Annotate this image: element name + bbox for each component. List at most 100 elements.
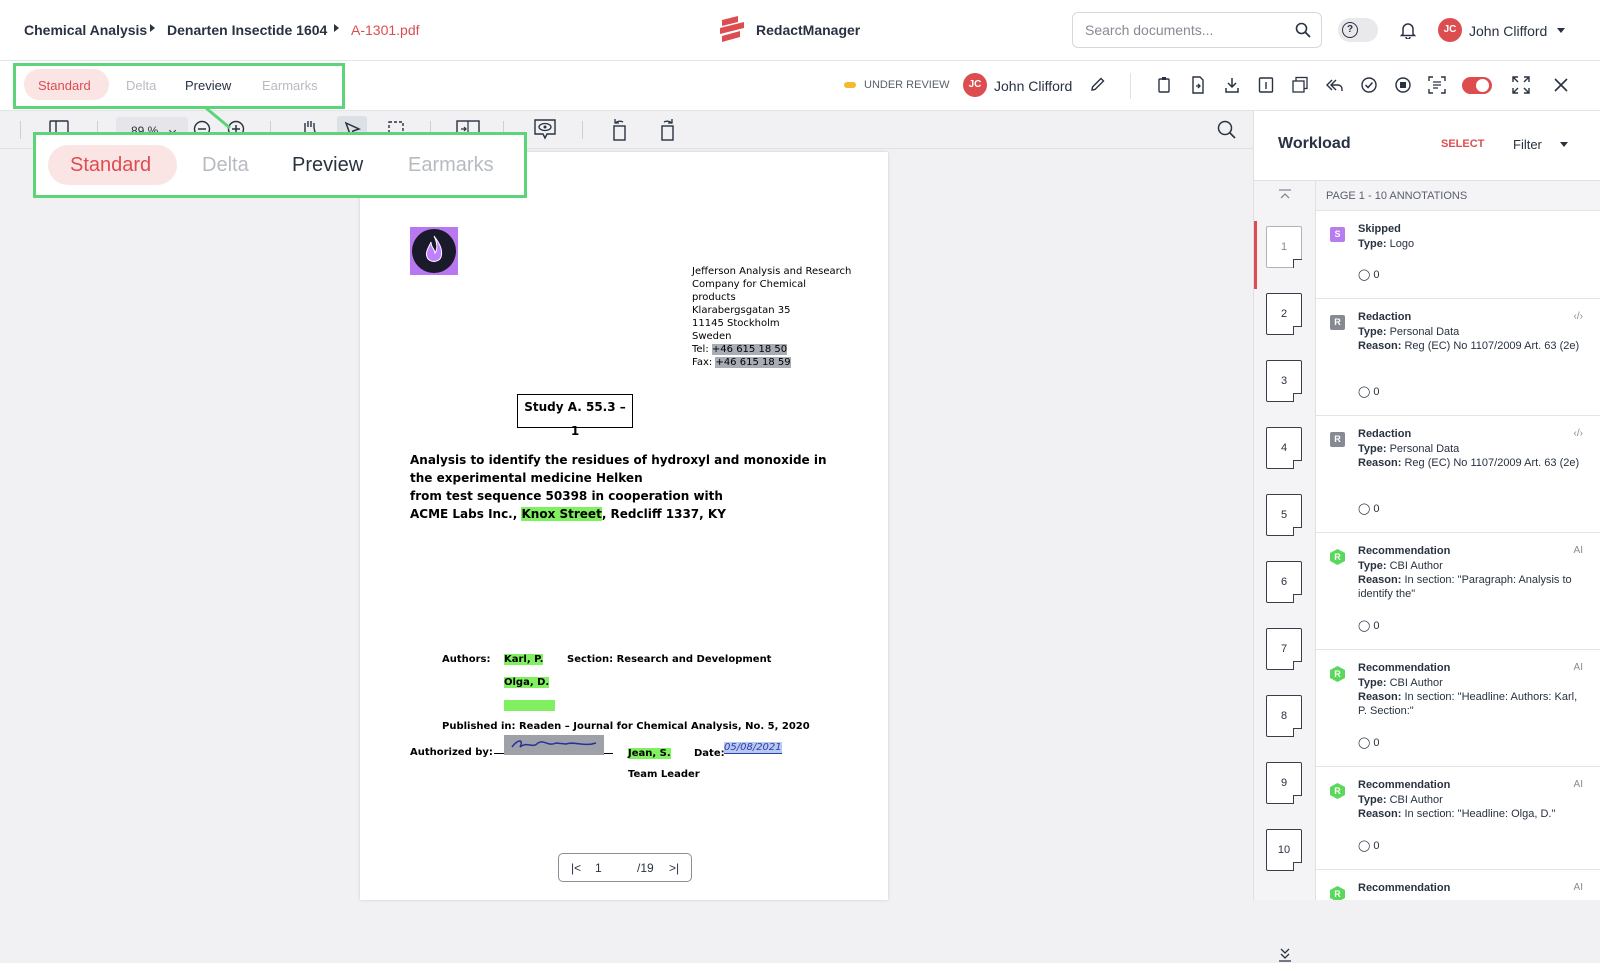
annotation-title: Recommendation (1358, 882, 1451, 894)
assignee-name[interactable]: John Clifford (994, 78, 1072, 94)
fullscreen-icon[interactable] (1512, 76, 1530, 94)
address-line: Klarabergsgatan 35 (692, 305, 791, 316)
divider (582, 121, 583, 139)
breadcrumb-item-dossier[interactable]: Denarten Insectide 1604 (167, 22, 327, 38)
reason-label: Reason: (1358, 457, 1402, 469)
address-line: Jefferson Analysis and Research (692, 266, 852, 277)
comment-count[interactable]: ◯︎ 0 (1358, 736, 1380, 749)
filter-chevron-down-icon[interactable] (1560, 142, 1568, 147)
help-toggle[interactable]: ? (1338, 18, 1378, 42)
app-logo[interactable] (718, 16, 748, 49)
file-export-icon[interactable] (1190, 76, 1206, 94)
notification-bell-icon[interactable] (1400, 21, 1416, 39)
app-name: RedactManager (756, 22, 861, 38)
approve-check-icon[interactable] (1360, 76, 1378, 94)
assignee-avatar[interactable]: JC (963, 73, 987, 97)
rotate-right-icon[interactable] (656, 116, 676, 142)
thumbnail-page-2[interactable]: 2 (1266, 293, 1302, 335)
annotation-reason: Reg (EC) No 1107/2009 Art. 63 (2e) (1404, 457, 1580, 469)
type-label: Type: (1358, 794, 1387, 806)
page-annotations-label: PAGE 1 - 10 ANNOTATIONS (1326, 190, 1468, 202)
scroll-top-icon[interactable] (1278, 189, 1292, 203)
thumbnail-page-4[interactable]: 4 (1266, 427, 1302, 469)
comment-count[interactable]: ◯︎ 0 (1358, 619, 1380, 632)
rotate-left-icon[interactable] (611, 116, 631, 142)
thumbnail-page-7[interactable]: 7 (1266, 628, 1302, 670)
annotation-card[interactable]: R Redaction ‹/› Type: Personal Data Reas… (1316, 416, 1600, 533)
thumbnail-page-5[interactable]: 5 (1266, 494, 1302, 536)
annotation-card[interactable]: R Recommendation AI (1316, 870, 1600, 900)
document-search-icon[interactable] (1217, 120, 1236, 139)
fax-redaction[interactable]: +46 615 18 59 (715, 357, 791, 368)
download-icon[interactable] (1224, 76, 1240, 94)
thumbnail-page-8[interactable]: 8 (1266, 695, 1302, 737)
recommendation-badge: R (1330, 783, 1345, 799)
copy-pages-icon[interactable] (1292, 76, 1308, 94)
redacted-author-bar[interactable] (504, 700, 555, 711)
current-page-input[interactable]: 1 (595, 861, 602, 875)
pdf-page[interactable]: Jefferson Analysis and Research Company … (360, 152, 888, 900)
annotation-card[interactable]: R Recommendation AI Type: CBI Author Rea… (1316, 767, 1600, 870)
ocr-scan-icon[interactable] (1428, 76, 1446, 94)
first-page-icon[interactable]: |< (571, 861, 581, 875)
code-icon: ‹/› (1573, 428, 1583, 439)
select-button[interactable]: SELECT (1441, 138, 1484, 150)
comment-count[interactable]: ◯︎ 0 (1358, 502, 1380, 515)
annotation-title: Redaction (1358, 311, 1412, 323)
annotation-visibility-icon[interactable] (533, 117, 557, 141)
thumbnail-page-1[interactable]: 1 (1266, 226, 1302, 268)
user-menu-chevron-down-icon[interactable] (1557, 28, 1565, 33)
flame-logo-icon (412, 229, 456, 273)
thumbnail-page-10[interactable]: 10 (1266, 829, 1302, 871)
thumbnail-page-9[interactable]: 9 (1266, 762, 1302, 804)
search-box[interactable] (1072, 12, 1322, 48)
comment-count[interactable]: ◯︎ 0 (1358, 385, 1380, 398)
clipboard-icon[interactable] (1156, 76, 1172, 94)
comment-count[interactable]: ◯︎ 0 (1358, 268, 1380, 281)
signer-name[interactable]: Jean, S. (628, 748, 671, 759)
search-icon[interactable] (1295, 22, 1311, 38)
redaction-toggle[interactable] (1462, 77, 1492, 94)
type-label: Type: (1358, 677, 1387, 689)
type-label: Type: (1358, 238, 1387, 250)
thumbnail-page-6[interactable]: 6 (1266, 561, 1302, 603)
tel-redaction[interactable]: +46 615 18 50 (711, 344, 788, 355)
annotation-type: Personal Data (1389, 443, 1460, 455)
breadcrumb-item-project[interactable]: Chemical Analysis (24, 22, 147, 38)
skipped-badge: S (1330, 227, 1345, 242)
code-icon: ‹/› (1573, 311, 1583, 322)
filter-button[interactable]: Filter (1513, 137, 1542, 152)
annotation-card[interactable]: R Redaction ‹/› Type: Personal Data Reas… (1316, 299, 1600, 416)
redaction-badge: R (1330, 315, 1345, 330)
annotation-card[interactable]: S Skipped Type: Logo ◯︎ 0 (1316, 211, 1600, 299)
close-icon[interactable] (1553, 77, 1569, 93)
edit-pencil-icon[interactable] (1090, 76, 1106, 92)
date-value[interactable]: 05/08/2021 (724, 742, 782, 754)
comment-count-value: 0 (1373, 737, 1380, 749)
scroll-bottom-icon[interactable] (1278, 947, 1292, 963)
annotation-card[interactable]: R Recommendation AI Type: CBI Author Rea… (1316, 650, 1600, 767)
recommendation-badge: R (1330, 549, 1345, 565)
thumbnail-page-3[interactable]: 3 (1266, 360, 1302, 402)
annotation-card[interactable]: R Recommendation AI Type: CBI Author Rea… (1316, 533, 1600, 650)
undo-all-icon[interactable] (1326, 76, 1344, 94)
tabs-zoom-callout: Standard Delta Preview Earmarks (33, 132, 527, 198)
comment-count[interactable]: ◯︎ 0 (1358, 839, 1380, 852)
comment-count-value: 0 (1373, 503, 1380, 515)
author-olga[interactable]: Olga, D. (504, 677, 550, 688)
street-recommendation[interactable]: Knox Street (521, 507, 602, 521)
redaction-badge: R (1330, 432, 1345, 447)
title-line: Analysis to identify the residues of hyd… (410, 453, 827, 467)
info-panel-icon[interactable] (1258, 76, 1274, 94)
stop-record-icon[interactable] (1394, 76, 1412, 94)
user-name[interactable]: John Clifford (1469, 23, 1547, 39)
user-avatar[interactable]: JC (1438, 18, 1462, 42)
zoom-tab-delta: Delta (202, 154, 249, 176)
annotation-type: CBI Author (1389, 560, 1443, 572)
author-karl[interactable]: Karl, P. (504, 654, 544, 665)
last-page-icon[interactable]: >| (669, 861, 679, 875)
search-input[interactable] (1085, 22, 1285, 38)
type-label: Type: (1358, 443, 1387, 455)
top-bar: Chemical Analysis Denarten Insectide 160… (0, 0, 1600, 61)
signature-redaction[interactable] (504, 735, 604, 755)
